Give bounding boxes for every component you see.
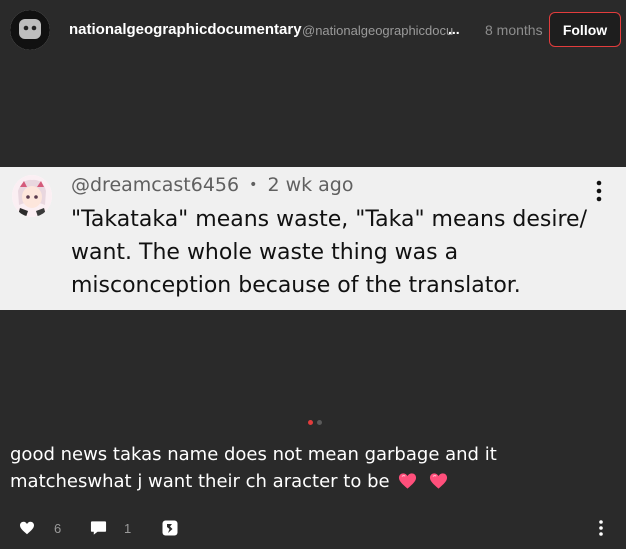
post-timestamp: 8 months xyxy=(485,22,543,38)
post-username[interactable]: nationalgeographicdocumentary xyxy=(69,21,302,38)
profile-avatar[interactable] xyxy=(10,10,50,50)
comment-handle[interactable]: @dreamcast6456 xyxy=(71,174,239,196)
caption-text: good news takas name does not mean garba… xyxy=(10,444,497,492)
like-heart-icon[interactable] xyxy=(19,521,35,535)
carousel-indicator xyxy=(306,419,326,427)
heart-icon xyxy=(399,473,417,489)
robot-avatar-icon xyxy=(10,10,50,50)
remix-icon[interactable] xyxy=(161,519,179,537)
meta-separator: • xyxy=(249,177,258,193)
anime-avatar-icon xyxy=(12,175,52,217)
like-count: 6 xyxy=(54,521,62,536)
comment-text: "Takataka" means waste, "Taka" means des… xyxy=(71,207,587,298)
action-bar: 6 1 xyxy=(0,513,626,543)
comment-age: 2 wk ago xyxy=(267,174,354,196)
commenter-avatar[interactable] xyxy=(12,175,52,217)
quoted-comment-card: @dreamcast6456 • 2 wk ago "Takataka" mea… xyxy=(0,167,626,310)
comment-count: 1 xyxy=(124,521,132,536)
heart-icon xyxy=(429,473,448,489)
carousel-dot[interactable] xyxy=(317,420,322,425)
carousel-dot-active[interactable] xyxy=(308,420,313,425)
more-options-icon[interactable] xyxy=(596,519,606,537)
follow-button[interactable]: Follow xyxy=(549,12,621,47)
handle-ellipsis: ... xyxy=(448,21,460,37)
comment-meta: @dreamcast6456 • 2 wk ago xyxy=(71,174,354,196)
post-handle[interactable]: @nationalgeographicdocu xyxy=(302,23,468,38)
post-header: nationalgeographicdocumentary @nationalg… xyxy=(0,0,626,62)
comment-more-icon[interactable] xyxy=(589,179,609,203)
post-caption: good news takas name does not mean garba… xyxy=(10,441,616,495)
comment-bubble-icon[interactable] xyxy=(90,520,107,536)
